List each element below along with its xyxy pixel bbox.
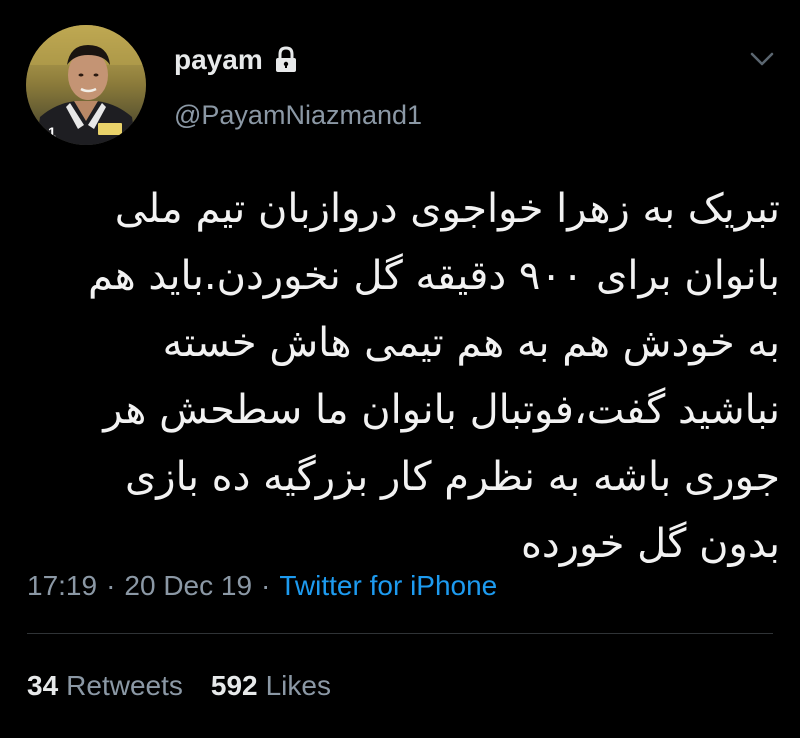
- likes-count: 592: [210, 670, 258, 701]
- avatar[interactable]: 1: [26, 25, 146, 145]
- tweet-line: جوری باشه به نظرم کار بزرگیه ده بازی: [125, 454, 780, 500]
- tweet-stats: 34 Retweets 592 Likes: [27, 666, 359, 706]
- tweet-meta: 17:19 · 20 Dec 19 · Twitter for iPhone: [27, 566, 497, 606]
- tweet-source-link[interactable]: Twitter for iPhone: [279, 570, 497, 602]
- likes-label: Likes: [265, 670, 331, 701]
- handle[interactable]: @PayamNiazmand1: [174, 95, 422, 135]
- divider: [27, 633, 773, 634]
- separator: ·: [261, 570, 271, 601]
- retweets-count: 34: [27, 670, 59, 701]
- jersey-number: 1: [48, 124, 56, 140]
- display-name[interactable]: payam: [174, 40, 263, 80]
- retweets-label: Retweets: [66, 670, 183, 701]
- avatar-image: 1: [26, 25, 146, 145]
- tweet-line: بانوان برای ۹۰۰ دقیقه گل نخوردن.باید هم: [87, 253, 780, 299]
- lock-icon: [273, 46, 299, 74]
- chevron-down-icon[interactable]: [748, 48, 776, 70]
- likes-stat[interactable]: 592 Likes: [211, 670, 331, 702]
- author-name-row: payam: [174, 40, 299, 80]
- retweets-stat[interactable]: 34 Retweets: [27, 670, 183, 702]
- separator: ·: [106, 570, 116, 601]
- tweet-line: نباشید گفت،فوتبال بانوان ما سطحش هر: [103, 387, 780, 433]
- tweet-card: 1 payam @PayamNiazmand1 تبریک به زهرا خو…: [0, 0, 800, 738]
- tweet-line: به خودش هم به هم تیمی هاش خسته: [162, 320, 780, 366]
- tweet-date[interactable]: 20 Dec 19: [124, 570, 252, 602]
- tweet-text: تبریک به زهرا خواجوی دروازبان تیم ملی با…: [40, 176, 780, 578]
- tweet-time[interactable]: 17:19: [27, 570, 97, 602]
- tweet-line: تبریک به زهرا خواجوی دروازبان تیم ملی: [114, 186, 780, 232]
